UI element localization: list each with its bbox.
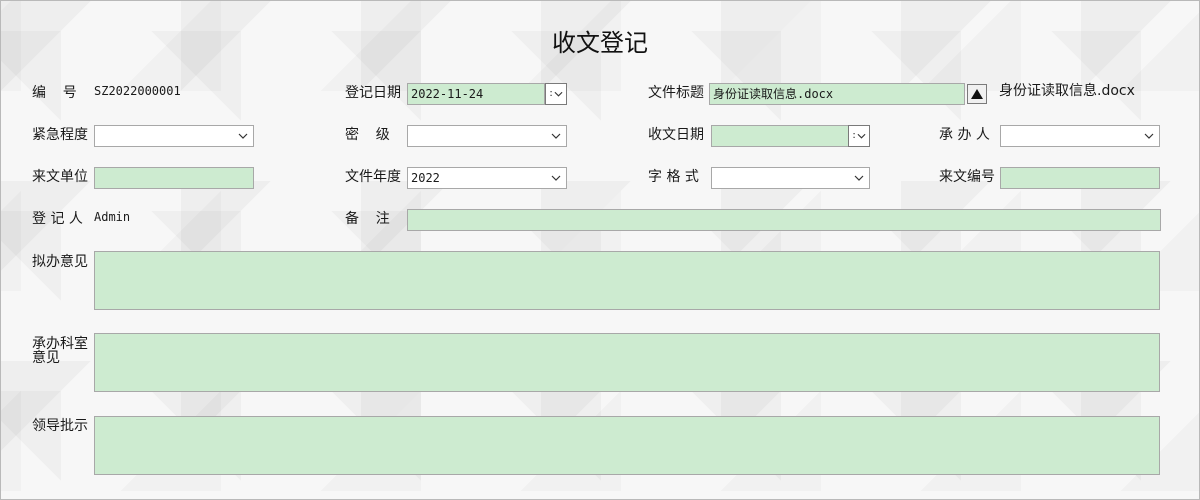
receive-date-label: 收文日期 xyxy=(648,127,704,143)
leader-instruction-textarea[interactable] xyxy=(94,416,1160,475)
format-label: 字 格 式 xyxy=(648,169,699,185)
file-year-select[interactable]: 2022 xyxy=(407,167,567,189)
registrar-value: Admin xyxy=(94,210,131,224)
receive-date-picker-button[interactable]: : xyxy=(848,125,870,147)
leader-instruction-label: 领导批示 xyxy=(32,418,88,434)
date-spin-icon: : xyxy=(549,88,553,99)
file-year-select-value: 2022 xyxy=(411,171,440,185)
file-title-field[interactable]: 身份证读取信息.docx xyxy=(709,83,965,105)
remark-field[interactable] xyxy=(407,209,1161,231)
remark-label: 备 注 xyxy=(345,211,392,227)
handler-select[interactable] xyxy=(1000,125,1160,147)
urgency-label: 紧急程度 xyxy=(32,127,88,143)
number-label: 编 号 xyxy=(32,85,79,101)
register-date-label: 登记日期 xyxy=(345,85,401,101)
chevron-down-icon xyxy=(857,133,866,139)
draft-opinion-label: 拟办意见 xyxy=(32,254,88,270)
number-value: SZ2022000001 xyxy=(94,84,181,98)
chevron-down-icon xyxy=(554,91,563,97)
source-number-field[interactable] xyxy=(1000,167,1160,189)
format-select[interactable] xyxy=(711,167,870,189)
file-title-label: 文件标题 xyxy=(648,85,704,101)
urgency-select[interactable] xyxy=(94,125,254,147)
register-date-field[interactable]: 2022-11-24 xyxy=(407,83,545,105)
receive-date-field[interactable] xyxy=(711,125,849,147)
source-number-label: 来文编号 xyxy=(939,169,995,185)
page-title: 收文登记 xyxy=(552,29,648,57)
upload-file-button[interactable] xyxy=(967,84,987,104)
chevron-down-icon xyxy=(551,175,561,181)
triangle-up-icon xyxy=(971,89,983,99)
dept-opinion-textarea[interactable] xyxy=(94,333,1160,392)
receive-document-form: 收文登记 编 号 SZ2022000001 登记日期 2022-11-24 : … xyxy=(0,0,1200,500)
chevron-down-icon xyxy=(551,133,561,139)
date-spin-icon: : xyxy=(852,130,856,141)
dept-opinion-label-line2: 意见 xyxy=(32,350,60,366)
secrecy-select[interactable] xyxy=(407,125,567,147)
secrecy-label: 密 级 xyxy=(345,127,392,143)
draft-opinion-textarea[interactable] xyxy=(94,251,1160,310)
chevron-down-icon xyxy=(854,175,864,181)
handler-label: 承 办 人 xyxy=(939,127,990,143)
source-unit-label: 来文单位 xyxy=(32,169,88,185)
file-year-label: 文件年度 xyxy=(345,169,401,185)
chevron-down-icon xyxy=(1144,133,1154,139)
chevron-down-icon xyxy=(238,133,248,139)
file-title-display: 身份证读取信息.docx xyxy=(999,83,1135,99)
register-date-picker-button[interactable]: : xyxy=(545,83,567,105)
source-unit-field[interactable] xyxy=(94,167,254,189)
registrar-label: 登 记 人 xyxy=(32,211,83,227)
